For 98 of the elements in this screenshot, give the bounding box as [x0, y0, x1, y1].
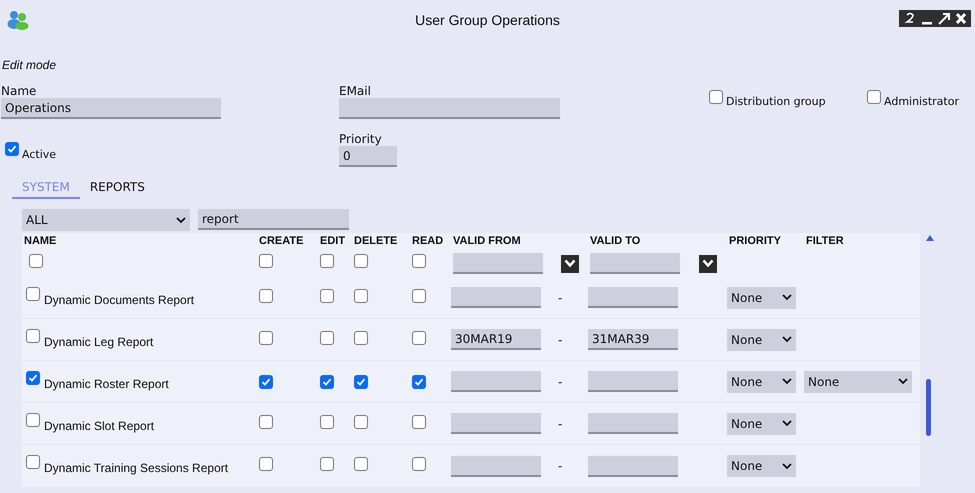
- category-select[interactable]: ALL: [22, 209, 190, 231]
- chevron-down-icon: [176, 216, 186, 224]
- date-field[interactable]: 31MAR39: [588, 329, 678, 350]
- column-header: READ: [412, 234, 444, 249]
- column-header: DELETE: [354, 234, 398, 249]
- checkbox[interactable]: [259, 288, 273, 302]
- date-field[interactable]: [453, 252, 543, 274]
- column-header: NAME: [24, 234, 58, 249]
- checkbox[interactable]: [412, 330, 426, 344]
- mode-label: Edit mode: [2, 57, 58, 74]
- tab[interactable]: REPORTS: [80, 177, 155, 199]
- checkbox[interactable]: [259, 254, 273, 268]
- checkbox[interactable]: [354, 288, 368, 302]
- date-field[interactable]: [588, 456, 678, 476]
- checkbox[interactable]: [259, 457, 273, 471]
- priority-select[interactable]: None: [727, 412, 796, 434]
- priority-select[interactable]: None: [727, 370, 796, 392]
- report-name: Dynamic Slot Report: [44, 418, 154, 434]
- priority-select[interactable]: None: [727, 328, 796, 350]
- dropdown-icon[interactable]: [561, 254, 579, 272]
- chevron-down-icon: [782, 294, 792, 301]
- date-field[interactable]: 30MAR19: [451, 329, 541, 350]
- date-field[interactable]: [451, 413, 541, 434]
- checkbox[interactable]: [26, 286, 40, 300]
- chevron-down-icon: [782, 378, 792, 385]
- checkbox[interactable]: [354, 330, 368, 344]
- column-header: FILTER: [806, 234, 845, 249]
- scroll-up-icon[interactable]: [926, 235, 934, 241]
- checkbox-label: Distribution group: [726, 94, 826, 110]
- checkbox[interactable]: [26, 328, 40, 342]
- range-dash: -: [557, 332, 564, 348]
- date-field[interactable]: [451, 287, 541, 308]
- checkbox-label: Administrator: [884, 94, 959, 110]
- field-label: EMail: [339, 84, 372, 98]
- checkbox[interactable]: [412, 374, 426, 388]
- checkbox[interactable]: [354, 457, 368, 471]
- restore-icon[interactable]: [904, 12, 916, 25]
- report-name: Dynamic Training Sessions Report: [44, 460, 228, 477]
- column-header: EDIT: [320, 234, 346, 249]
- column-header: PRIORITY: [729, 234, 782, 249]
- date-field[interactable]: [590, 252, 680, 274]
- date-field[interactable]: [451, 371, 541, 392]
- checkbox[interactable]: [26, 370, 40, 384]
- close-icon[interactable]: [954, 12, 966, 25]
- checkbox-label: Active: [22, 147, 56, 163]
- checkbox[interactable]: [259, 374, 273, 388]
- search-field[interactable]: report: [198, 209, 349, 230]
- checkbox[interactable]: [26, 412, 40, 426]
- checkbox[interactable]: [320, 457, 334, 471]
- chevron-down-icon: [782, 462, 792, 470]
- chevron-down-icon: [898, 378, 908, 385]
- priority-select[interactable]: None: [727, 286, 796, 308]
- checkbox[interactable]: [320, 254, 334, 268]
- checkbox[interactable]: [412, 254, 426, 268]
- date-field[interactable]: [588, 371, 678, 392]
- maximize-icon[interactable]: [938, 12, 950, 25]
- checkbox[interactable]: [26, 455, 40, 469]
- range-dash: -: [557, 416, 564, 432]
- checkbox[interactable]: [354, 374, 368, 388]
- checkbox[interactable]: [320, 414, 334, 428]
- date-field[interactable]: [451, 456, 541, 476]
- users-icon: [7, 10, 29, 30]
- email-field[interactable]: [339, 98, 560, 119]
- checkbox[interactable]: [259, 330, 273, 344]
- column-header: VALID TO: [590, 234, 642, 249]
- checkbox[interactable]: [354, 414, 368, 428]
- checkbox[interactable]: [320, 288, 334, 302]
- checkbox[interactable]: [867, 90, 881, 104]
- chevron-down-icon: [782, 420, 792, 427]
- date-field[interactable]: [588, 413, 678, 434]
- range-dash: -: [557, 458, 564, 475]
- dropdown-icon[interactable]: [699, 254, 717, 272]
- checkbox[interactable]: [709, 90, 723, 104]
- report-name: Dynamic Leg Report: [44, 334, 154, 350]
- checkbox[interactable]: [412, 288, 426, 302]
- column-header: CREATE: [259, 234, 304, 249]
- checkbox[interactable]: [5, 142, 19, 156]
- checkbox[interactable]: [354, 254, 368, 268]
- report-name: Dynamic Roster Report: [44, 376, 169, 392]
- column-header: VALID FROM: [453, 234, 522, 249]
- chevron-down-icon: [782, 336, 792, 343]
- field-label: Name: [1, 84, 38, 98]
- filter-select[interactable]: None: [804, 370, 912, 392]
- field-label: Priority: [339, 132, 383, 146]
- checkbox[interactable]: [412, 457, 426, 471]
- checkbox[interactable]: [29, 254, 43, 268]
- checkbox[interactable]: [412, 414, 426, 428]
- priority-select[interactable]: None: [727, 455, 796, 477]
- checkbox[interactable]: [320, 330, 334, 344]
- priority-field[interactable]: 0: [339, 146, 397, 167]
- checkbox[interactable]: [320, 374, 334, 388]
- range-dash: -: [557, 290, 564, 306]
- range-dash: -: [557, 374, 564, 390]
- date-field[interactable]: [588, 287, 678, 308]
- window-title: User Group Operations: [415, 10, 560, 30]
- checkbox[interactable]: [259, 414, 273, 428]
- name-field[interactable]: Operations: [1, 98, 221, 119]
- report-name: Dynamic Documents Report: [44, 292, 194, 308]
